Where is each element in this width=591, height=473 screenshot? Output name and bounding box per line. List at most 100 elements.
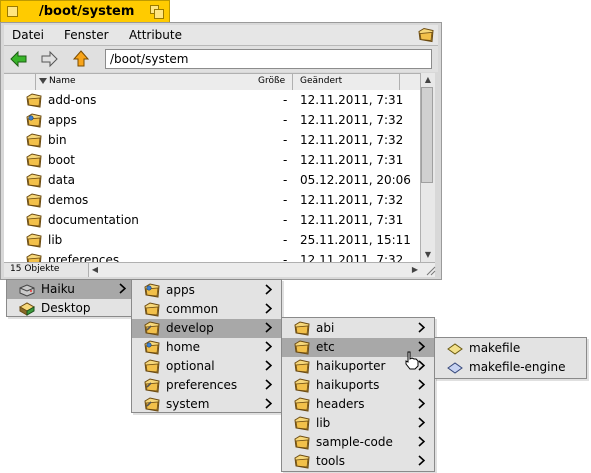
scroll-up-icon[interactable]: ▲ [422, 74, 434, 86]
folder-icon [144, 359, 160, 374]
folder-icon [294, 340, 310, 355]
column-size[interactable]: Größe [258, 76, 285, 86]
file-size: - [283, 173, 288, 187]
file-modified: 12.11.2011, 7:32 [300, 253, 404, 262]
file-size: - [283, 253, 288, 262]
menu-item-desktop[interactable]: Desktop [7, 299, 135, 318]
file-name: apps [48, 113, 77, 127]
column-modified[interactable]: Geändert [300, 76, 342, 86]
list-item[interactable]: boot -12.11.2011, 7:31 [4, 150, 420, 170]
folder-icon [144, 302, 160, 317]
file-size: - [283, 233, 288, 247]
list-item[interactable]: add-ons -12.11.2011, 7:31 [4, 90, 420, 110]
menu-item-label: headers [316, 397, 365, 411]
file-list: add-ons -12.11.2011, 7:31 apps -12.11.2011,… [4, 90, 420, 262]
menu-bar: Datei Fenster Attribute [4, 25, 438, 46]
menu-item-abi[interactable]: abi [282, 319, 434, 338]
hand-pointer-icon [405, 351, 419, 370]
file-name: boot [48, 153, 76, 167]
menu-item-label: etc [316, 340, 335, 354]
resize-grip-icon[interactable] [424, 264, 436, 276]
menu-item-label: sample-code [316, 435, 393, 449]
file-size: - [283, 153, 288, 167]
menu-item-headers[interactable]: headers [282, 395, 434, 414]
menu-attribute[interactable]: Attribute [129, 28, 182, 42]
column-header: Name Größe Geändert [4, 73, 420, 91]
folder-icon [294, 435, 310, 450]
zoom-icon[interactable] [150, 5, 164, 19]
menu-item-makefile[interactable]: makefile [435, 339, 586, 358]
menu-item-sample-code[interactable]: sample-code [282, 433, 434, 452]
menu-item-label: Haiku [41, 282, 75, 296]
scroll-thumb[interactable] [421, 87, 433, 183]
folder-icon [294, 454, 310, 469]
file-name: documentation [48, 213, 139, 227]
menu-item-label: haikuporter [316, 359, 386, 373]
menu-item-tools[interactable]: tools [282, 452, 434, 471]
submenu-arrow-icon [265, 341, 272, 352]
menu-datei[interactable]: Datei [12, 28, 44, 42]
horizontal-scrollbar[interactable]: ◀ ▶ [88, 262, 435, 277]
up-arrow-icon[interactable] [72, 50, 90, 68]
list-item[interactable]: data -05.12.2011, 20:06 [4, 170, 420, 190]
back-arrow-icon[interactable] [10, 50, 28, 68]
submenu-arrow-icon [265, 379, 272, 390]
menu-item-lib[interactable]: lib [282, 414, 434, 433]
list-item[interactable]: documentation -12.11.2011, 7:31 [4, 210, 420, 230]
scroll-left-icon[interactable]: ◀ [89, 264, 101, 276]
folder-icon [26, 93, 42, 108]
list-item[interactable]: bin -12.11.2011, 7:32 [4, 130, 420, 150]
folder-icon [294, 321, 310, 336]
list-item[interactable]: apps -12.11.2011, 7:32 [4, 110, 420, 130]
menu-item-preferences[interactable]: preferences [132, 376, 281, 395]
window-tab[interactable]: /boot/system [0, 0, 170, 22]
haiku-submenu: apps common develop home optional preferences… [131, 279, 282, 413]
list-item[interactable]: preferences - 12.11.2011, 7:32 [4, 250, 420, 262]
file-size: - [283, 213, 288, 227]
status-bar: 15 Objekte [4, 262, 88, 277]
file-name: demos [48, 193, 89, 207]
menu-item-common[interactable]: common [132, 300, 281, 319]
submenu-arrow-icon [265, 360, 272, 371]
list-item[interactable]: lib -25.11.2011, 15:11 [4, 230, 420, 250]
scroll-down-icon[interactable]: ▼ [422, 249, 434, 261]
menu-item-optional[interactable]: optional [132, 357, 281, 376]
folder-icon [144, 378, 160, 393]
path-input[interactable]: /boot/system [105, 49, 432, 69]
menu-item-label: home [166, 340, 201, 354]
menu-item-label: tools [316, 454, 345, 468]
file-name: preferences [48, 253, 120, 262]
item-count: 15 Objekte [10, 264, 60, 274]
submenu-arrow-icon [418, 417, 425, 428]
menu-item-develop[interactable]: develop [132, 319, 281, 338]
menu-item-system[interactable]: system [132, 395, 281, 414]
menu-item-makefile-engine[interactable]: makefile-engine [435, 358, 586, 377]
menu-item-apps[interactable]: apps [132, 281, 281, 300]
makefile-engine-icon [447, 362, 463, 374]
menu-item-label: makefile-engine [469, 360, 566, 374]
file-modified: 05.12.2011, 20:06 [300, 173, 411, 187]
folder-icon [26, 193, 42, 208]
sort-indicator-icon [39, 78, 47, 84]
scroll-right-icon[interactable]: ▶ [409, 264, 421, 276]
file-name: data [48, 173, 76, 187]
folder-icon [144, 321, 160, 336]
file-modified: 12.11.2011, 7:32 [300, 193, 404, 207]
file-modified: 12.11.2011, 7:31 [300, 153, 404, 167]
folder-icon [26, 233, 42, 248]
folder-icon [26, 173, 42, 188]
list-item[interactable]: demos -12.11.2011, 7:32 [4, 190, 420, 210]
folder-icon[interactable] [418, 27, 434, 43]
column-name[interactable]: Name [49, 76, 76, 86]
file-name: lib [48, 233, 63, 247]
close-icon[interactable] [7, 6, 18, 17]
folder-icon [144, 283, 160, 298]
column-separator [399, 74, 400, 90]
menu-item-haikuports[interactable]: haikuports [282, 376, 434, 395]
submenu-arrow-icon [119, 283, 126, 294]
forward-arrow-icon[interactable] [40, 50, 58, 68]
menu-item-haiku[interactable]: Haiku [7, 280, 135, 299]
menu-item-home[interactable]: home [132, 338, 281, 357]
menu-fenster[interactable]: Fenster [64, 28, 109, 42]
etc-submenu: makefile makefile-engine [434, 337, 587, 379]
